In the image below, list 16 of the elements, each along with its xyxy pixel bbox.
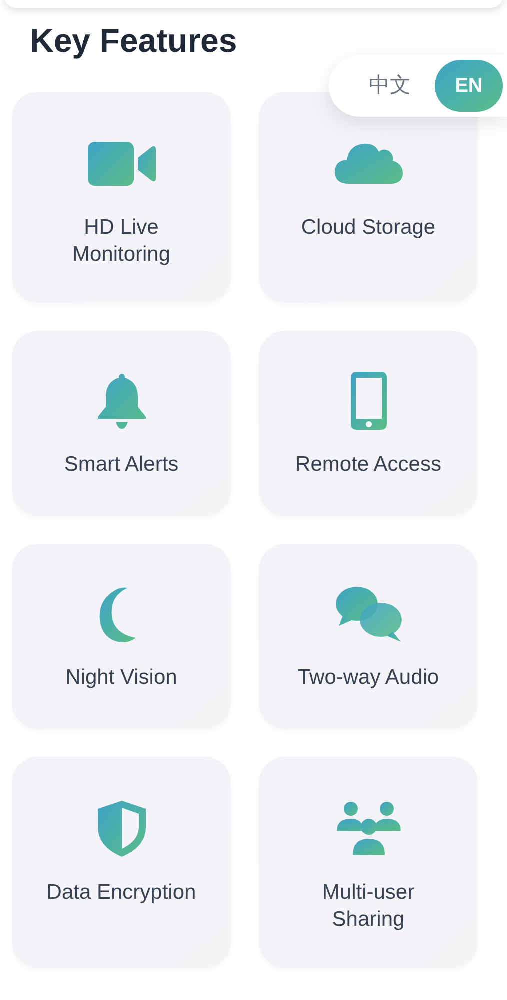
feature-label: Two-way Audio (296, 665, 440, 692)
feature-label: Multi-user Sharing (321, 880, 416, 934)
section-title: Key Features (30, 21, 238, 61)
feature-card[interactable]: HD Live Monitoring (12, 92, 231, 304)
feature-card[interactable]: Multi-user Sharing (259, 757, 478, 968)
feature-label: HD Live Monitoring (71, 215, 172, 268)
feature-label: Cloud Storage (300, 215, 437, 242)
feature-card[interactable]: Smart Alerts (12, 331, 231, 516)
feature-card[interactable]: Two-way Audio (259, 544, 478, 730)
feature-label: Remote Access (294, 452, 442, 478)
feature-label: Data Encryption (46, 880, 198, 906)
feature-card[interactable]: Remote Access (259, 331, 478, 516)
feature-label: Smart Alerts (63, 452, 180, 478)
feature-card[interactable]: Data Encryption (12, 757, 231, 968)
feature-label: Night Vision (64, 665, 178, 692)
feature-card[interactable]: Night Vision (12, 544, 231, 730)
